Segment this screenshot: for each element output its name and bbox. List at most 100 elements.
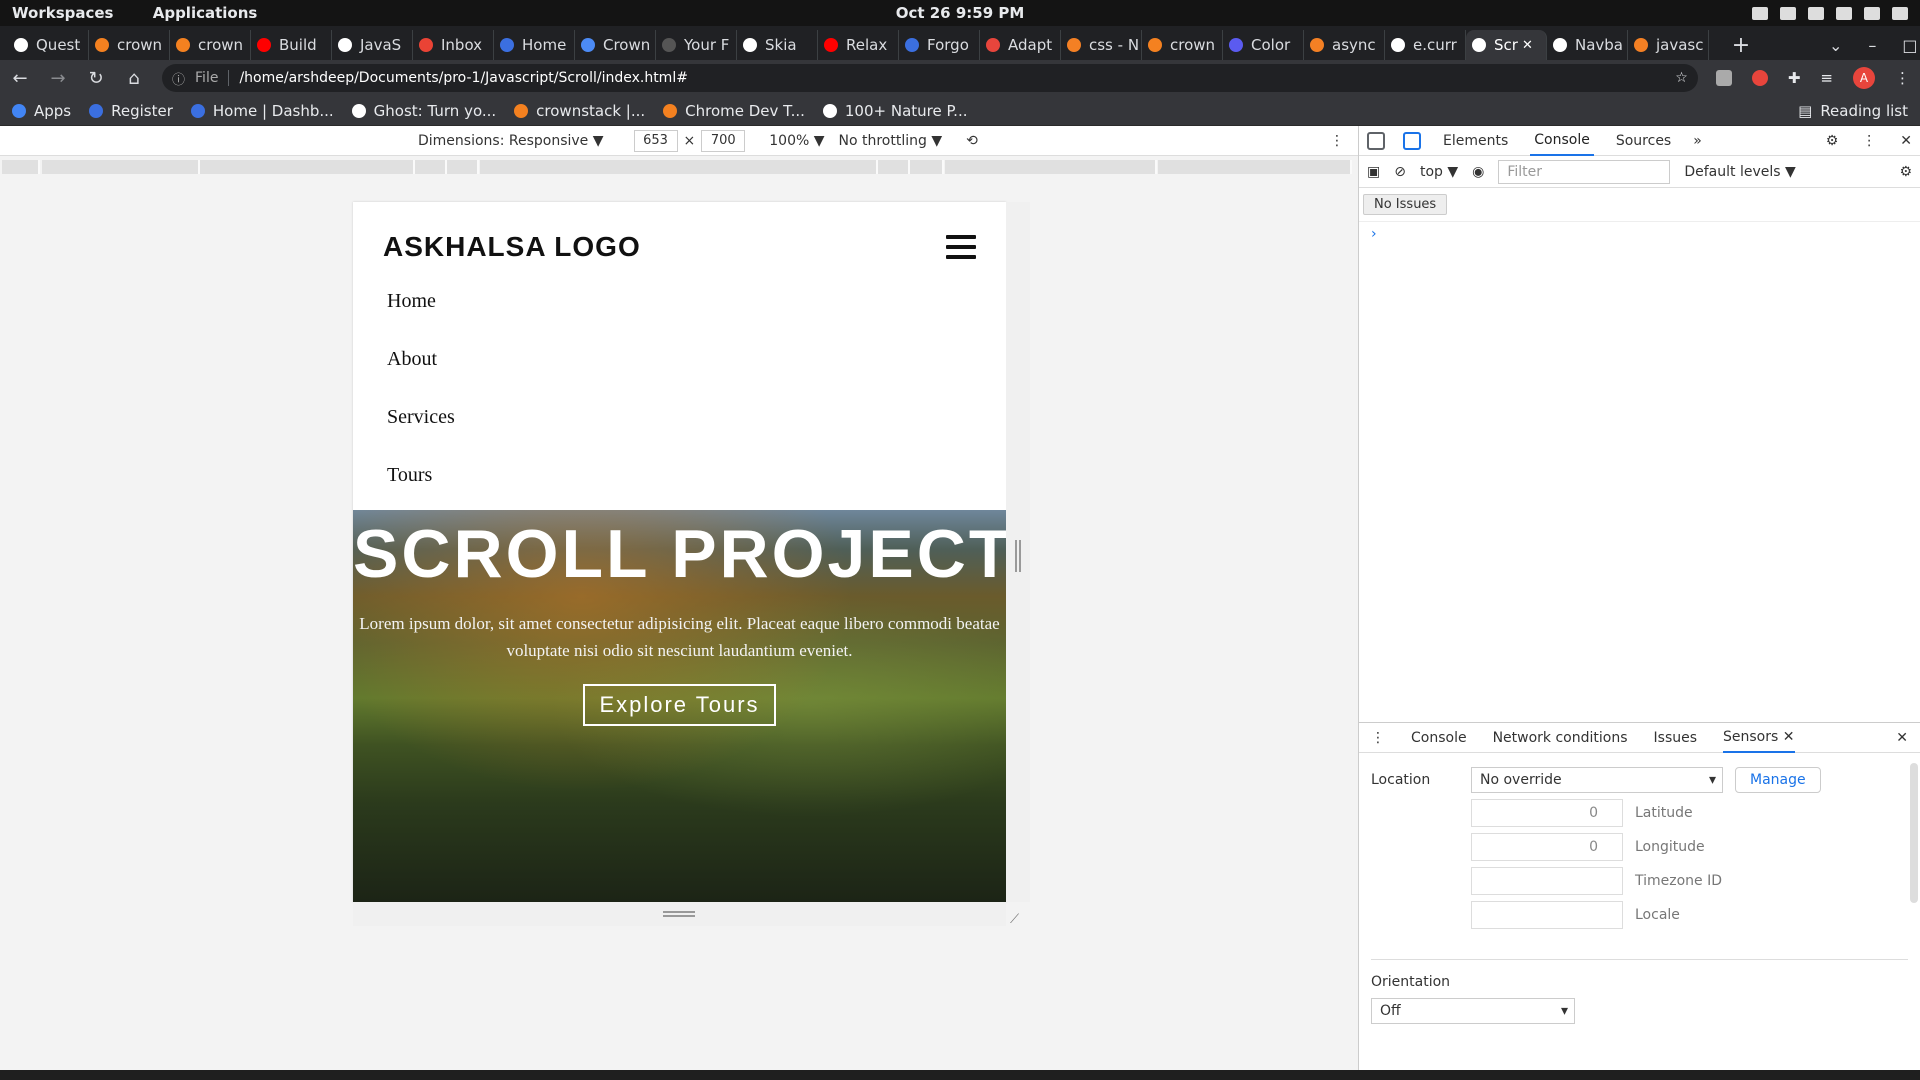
close-sensors-tab-icon[interactable]: ✕ [1783, 729, 1795, 745]
tab-search-icon[interactable]: ⌄ [1829, 36, 1842, 55]
browser-tab[interactable]: crown [1142, 30, 1223, 60]
nav-link-home[interactable]: Home [387, 291, 1006, 350]
minimize-icon[interactable]: – [1868, 36, 1876, 55]
bookmark-item[interactable]: Chrome Dev T... [663, 102, 805, 120]
browser-tab[interactable]: javasc [1628, 30, 1709, 60]
bookmark-item[interactable]: Ghost: Turn yo... [351, 102, 496, 120]
omnibox[interactable]: ⓘ File /home/arshdeep/Documents/pro-1/Ja… [162, 64, 1698, 92]
battery-icon[interactable] [1864, 6, 1880, 20]
close-devtools-icon[interactable]: ✕ [1900, 133, 1912, 149]
console-filter-input[interactable]: Filter [1498, 159, 1671, 184]
nav-link-services[interactable]: Services [387, 407, 1006, 466]
drawer-tab-issues[interactable]: Issues [1654, 730, 1698, 746]
reload-icon[interactable]: ↻ [86, 68, 106, 89]
home-icon[interactable]: ⌂ [124, 68, 144, 89]
tab-sources[interactable]: Sources [1612, 127, 1675, 155]
height-input[interactable]: 700 [701, 129, 746, 152]
drawer-menu-icon[interactable]: ⋮ [1371, 730, 1385, 746]
chrome-menu-icon[interactable]: ⋮ [1895, 69, 1910, 87]
browser-tab[interactable]: Relax [818, 30, 899, 60]
slack-icon[interactable] [1780, 6, 1796, 20]
new-tab-button[interactable]: + [1727, 33, 1755, 58]
media-icon[interactable]: ≡ [1820, 69, 1833, 87]
browser-tab[interactable]: Skia [737, 30, 818, 60]
sidebar-toggle-icon[interactable]: ▣ [1367, 164, 1380, 180]
browser-tab[interactable]: Quest [8, 30, 89, 60]
browser-tab[interactable]: Forgo [899, 30, 980, 60]
puzzle-icon[interactable]: ✚ [1788, 69, 1801, 87]
hamburger-menu-icon[interactable] [946, 235, 976, 259]
manage-button[interactable]: Manage [1735, 767, 1821, 793]
screen-icon[interactable] [1752, 6, 1768, 20]
longitude-input[interactable]: 0 [1471, 833, 1623, 861]
console-settings-icon[interactable]: ⚙ [1899, 164, 1912, 180]
zoom-select[interactable]: 100% ▼ [769, 133, 824, 149]
live-expression-eye-icon[interactable]: ◉ [1472, 164, 1484, 180]
latitude-input[interactable]: 0 [1471, 799, 1623, 827]
browser-tab[interactable]: Navba [1547, 30, 1628, 60]
back-icon[interactable]: ← [10, 68, 30, 89]
forward-icon[interactable]: → [48, 68, 68, 89]
url-text[interactable]: /home/arshdeep/Documents/pro-1/Javascrip… [239, 70, 1665, 86]
reading-list-button[interactable]: ▤ Reading list [1798, 102, 1908, 120]
browser-tab[interactable]: Your F [656, 30, 737, 60]
extension-red-icon[interactable] [1751, 70, 1768, 86]
power-menu-icon[interactable] [1892, 6, 1908, 20]
profile-avatar[interactable]: A [1853, 67, 1875, 89]
browser-tab[interactable]: Color [1223, 30, 1304, 60]
resize-corner-icon[interactable]: ⟋ [1010, 912, 1019, 927]
more-tabs-icon[interactable]: » [1693, 133, 1702, 149]
settings-gear-icon[interactable]: ⚙ [1826, 133, 1839, 149]
drawer-scrollbar[interactable] [1910, 763, 1918, 903]
workspaces-menu[interactable]: Workspaces [12, 4, 113, 22]
browser-tab[interactable]: Home [494, 30, 575, 60]
tab-console[interactable]: Console [1530, 126, 1594, 156]
browser-tab[interactable]: crown [89, 30, 170, 60]
rotate-icon[interactable]: ⟲ [966, 133, 978, 149]
browser-tab[interactable]: JavaS [332, 30, 413, 60]
site-logo[interactable]: ASKHALSA LOGO [383, 231, 641, 263]
device-toggle-icon[interactable] [1403, 131, 1421, 150]
browser-tab[interactable]: crown [170, 30, 251, 60]
orientation-select[interactable]: Off ▾ [1371, 998, 1575, 1024]
drawer-tab-network-conditions[interactable]: Network conditions [1493, 730, 1628, 746]
browser-tab[interactable]: Inbox [413, 30, 494, 60]
drawer-tab-sensors[interactable]: Sensors ✕ [1723, 723, 1795, 753]
nav-link-about[interactable]: About [387, 349, 1006, 408]
log-levels-select[interactable]: Default levels ▼ [1684, 164, 1795, 180]
wifi-icon[interactable] [1808, 6, 1824, 20]
clear-console-icon[interactable]: ⊘ [1394, 164, 1406, 180]
browser-tab[interactable]: Build [251, 30, 332, 60]
browser-tab[interactable]: async [1304, 30, 1385, 60]
bookmark-star-icon[interactable]: ☆ [1675, 70, 1688, 86]
browser-tab[interactable]: css - N [1061, 30, 1142, 60]
close-tab-icon[interactable]: ✕ [1522, 38, 1533, 53]
console-prompt[interactable]: › [1359, 221, 1920, 242]
resize-handle-right[interactable] [1006, 202, 1030, 902]
browser-tab[interactable]: Adapt [980, 30, 1061, 60]
throttling-select[interactable]: No throttling ▼ [839, 133, 943, 149]
browser-tab[interactable]: e.curr [1385, 30, 1466, 60]
device-toolbar-menu-icon[interactable]: ⋮ [1330, 133, 1344, 149]
resize-handle-bottom[interactable] [353, 902, 1006, 926]
browser-tab[interactable]: Crown [575, 30, 656, 60]
context-select[interactable]: top ▼ [1420, 164, 1458, 180]
tab-elements[interactable]: Elements [1439, 127, 1512, 155]
location-select[interactable]: No override ▾ [1471, 767, 1723, 793]
bookmark-item[interactable]: Home | Dashb... [190, 102, 334, 120]
media-query-ruler[interactable] [0, 156, 1358, 178]
extension-icon[interactable] [1715, 70, 1732, 86]
applications-menu[interactable]: Applications [153, 4, 258, 22]
bookmark-item[interactable]: crownstack |... [514, 102, 645, 120]
info-icon[interactable]: ⓘ [172, 69, 185, 88]
devtools-menu-icon[interactable]: ⋮ [1862, 133, 1876, 149]
bookmark-item[interactable]: Apps [12, 102, 71, 120]
no-issues-badge[interactable]: No Issues [1363, 194, 1448, 215]
dimensions-select[interactable]: Dimensions: Responsive ▼ [418, 133, 604, 149]
width-input[interactable]: 653 [633, 129, 678, 152]
timezone-input[interactable] [1471, 867, 1623, 895]
browser-tab[interactable]: Scr ✕ [1466, 30, 1547, 60]
bookmark-item[interactable]: 100+ Nature P... [822, 102, 968, 120]
volume-icon[interactable] [1836, 6, 1852, 20]
drawer-tab-console[interactable]: Console [1411, 730, 1467, 746]
